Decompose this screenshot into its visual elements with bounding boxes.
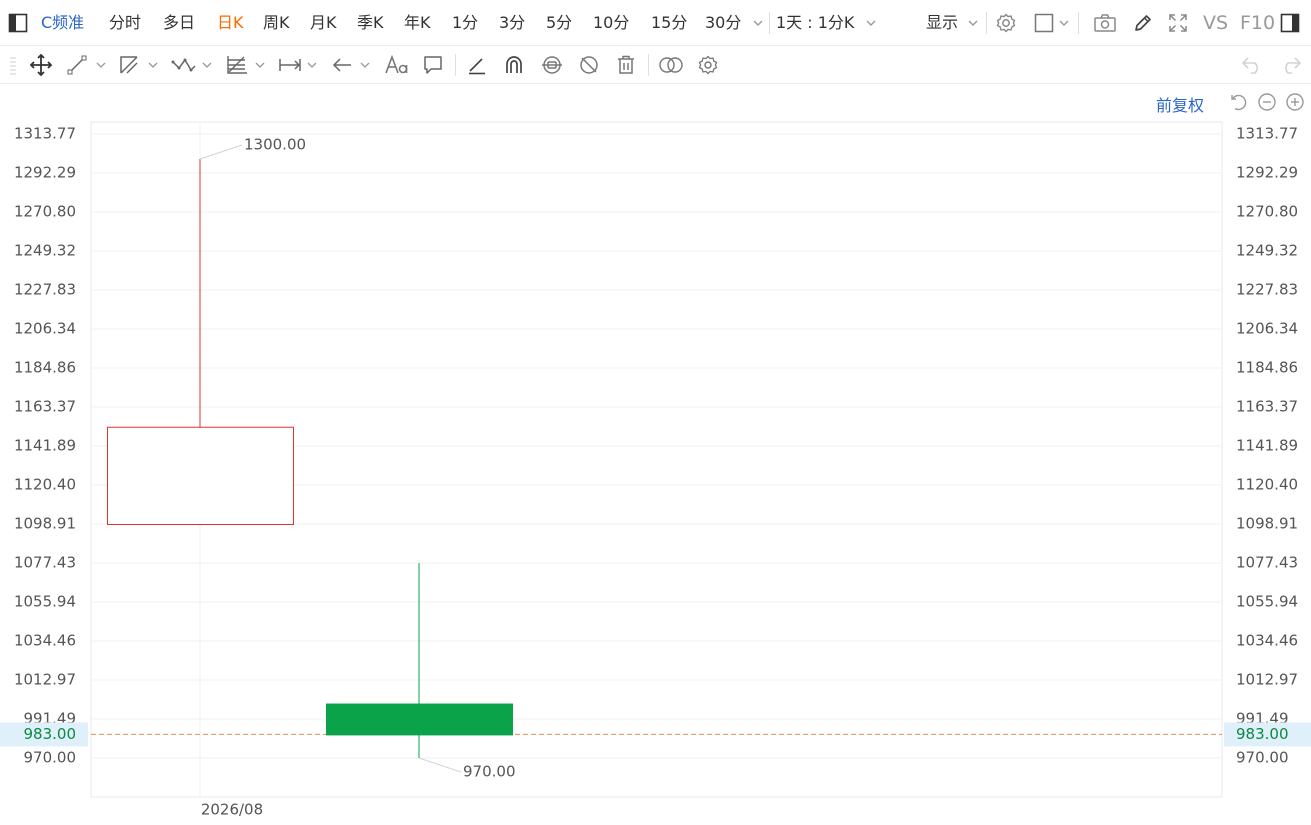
y-tick-label-right: 1120.40: [1236, 475, 1298, 493]
y-tick-label-right: 1163.37: [1236, 398, 1298, 416]
y-tick-label-right: 1055.94: [1236, 593, 1298, 611]
candle-body-up: [107, 426, 294, 526]
y-tick-label-right: 1098.91: [1236, 515, 1298, 533]
y-tick-label-right: 1077.43: [1236, 553, 1298, 571]
y-tick-label-left: 1313.77: [14, 125, 76, 143]
y-tick-label-left: 1249.32: [14, 241, 76, 259]
y-tick-label-left: 1184.86: [14, 358, 76, 376]
y-tick-label-right: 1012.97: [1236, 671, 1298, 689]
y-tick-label-right: 1313.77: [1236, 125, 1298, 143]
y-tick-label-left: 970.00: [24, 749, 77, 767]
x-tick-label: 2026/08: [201, 801, 263, 819]
y-tick-label-left: 1227.83: [14, 280, 76, 298]
y-tick-label-right: 1227.83: [1236, 280, 1298, 298]
y-tick-label-left: 1292.29: [14, 163, 76, 181]
y-tick-label-left: 1034.46: [14, 631, 76, 649]
y-tick-label-right: 1184.86: [1236, 358, 1298, 376]
y-tick-label-right: 1292.29: [1236, 163, 1298, 181]
candlestick-chart[interactable]: 1313.77 1313.77 1292.29 1292.29 1270.80 1270.…: [0, 0, 1311, 825]
max-price-label: 1300.00: [244, 135, 306, 153]
y-tick-label-right: 1270.80: [1236, 202, 1298, 220]
y-tick-label-left: 1077.43: [14, 553, 76, 571]
y-tick-label-left: 1163.37: [14, 398, 76, 416]
max-label-leader: [199, 144, 243, 160]
y-tick-label-right: 1034.46: [1236, 631, 1298, 649]
y-tick-label-left: 1141.89: [14, 436, 76, 454]
y-tick-label-left: 1270.80: [14, 202, 76, 220]
min-price-label: 970.00: [463, 763, 516, 781]
y-tick-label-left: 1098.91: [14, 515, 76, 533]
y-tick-label-right: 1141.89: [1236, 436, 1298, 454]
y-tick-label-right: 1206.34: [1236, 320, 1298, 338]
y-tick-label-left: 1206.34: [14, 320, 76, 338]
y-tick-label-left: 1012.97: [14, 671, 76, 689]
y-tick-label-left: 1120.40: [14, 475, 76, 493]
last-price-label-right: 983.00: [1236, 725, 1289, 743]
min-label-leader: [418, 757, 462, 773]
last-price-label-left: 983.00: [24, 725, 77, 743]
y-tick-label-left: 1055.94: [14, 593, 76, 611]
candle-body-down: [326, 703, 513, 736]
y-tick-label-right: 1249.32: [1236, 241, 1298, 259]
y-tick-label-right: 970.00: [1236, 749, 1289, 767]
